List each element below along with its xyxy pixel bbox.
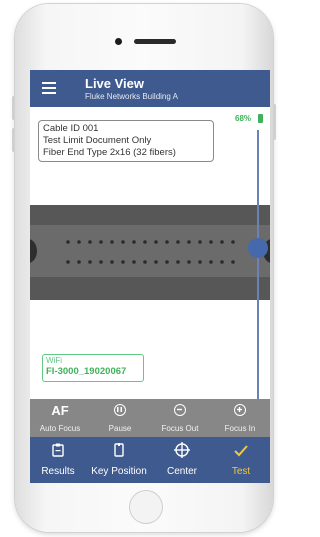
fiber-core-dot: [66, 240, 70, 244]
fiber-core-dot: [121, 260, 125, 264]
battery-percent: 68%: [235, 114, 252, 123]
nav-center[interactable]: Center: [152, 437, 212, 483]
auto-focus-label: Auto Focus: [39, 424, 81, 433]
earpiece-speaker: [134, 39, 176, 44]
wifi-status-box: WiFi FI-3000_19020067: [42, 354, 144, 382]
nav-test-label: Test: [231, 466, 251, 477]
auto-focus-icon: AF: [51, 403, 69, 418]
fiber-core-dot: [231, 240, 235, 244]
cable-id-text: Cable ID 001: [43, 123, 99, 134]
fiber-core-dot: [165, 240, 169, 244]
app-screen: Live View Fluke Networks Building A 68% …: [30, 70, 270, 483]
fiber-core-dot: [176, 240, 180, 244]
fiber-core-dot: [187, 240, 191, 244]
fiber-core-dot: [77, 260, 81, 264]
fiber-core-dot: [209, 240, 213, 244]
pause-button[interactable]: Pause: [90, 399, 150, 437]
fiber-core-dot: [88, 240, 92, 244]
focus-slider-thumb[interactable]: [248, 238, 268, 258]
front-camera: [115, 38, 122, 45]
fiber-core-dot: [99, 240, 103, 244]
fiber-core-dot: [165, 260, 169, 264]
fiber-core-dot: [88, 260, 92, 264]
nav-test[interactable]: Test: [212, 437, 270, 483]
fiber-core-dot: [143, 260, 147, 264]
nav-center-label: Center: [166, 466, 197, 477]
fiber-core-dot: [187, 260, 191, 264]
fiber-core-dot: [110, 260, 114, 264]
nav-key-position-label: Key Position: [91, 466, 147, 477]
fiber-core-dot: [154, 240, 158, 244]
fiber-core-dot: [198, 240, 202, 244]
pause-label: Pause: [108, 424, 132, 433]
checkmark-icon: [234, 445, 248, 457]
fiber-core-dot: [198, 260, 202, 264]
nav-key-position[interactable]: Key Position: [86, 437, 152, 483]
fiber-end-type-text: Fiber End Type 2x16 (32 fibers): [43, 147, 176, 158]
power-button: [273, 104, 276, 140]
fiber-core-dot: [110, 240, 114, 244]
crosshair-icon: [174, 442, 190, 458]
fiber-core-dot: [154, 260, 158, 264]
fiber-core-dot: [176, 260, 180, 264]
volume-up-button: [12, 96, 15, 120]
fiber-core-dot: [143, 240, 147, 244]
page-subtitle: Fluke Networks Building A: [85, 92, 178, 101]
fiber-core-dot: [220, 240, 224, 244]
fiber-core-dot: [132, 240, 136, 244]
clipboard-icon: [52, 443, 64, 457]
fiber-core-dot: [66, 260, 70, 264]
fiber-core-dot: [99, 260, 103, 264]
fiber-core-dot: [220, 260, 224, 264]
fiber-core-dot: [77, 240, 81, 244]
fiber-core-dot: [231, 260, 235, 264]
focus-in-button[interactable]: Focus In: [210, 399, 270, 437]
live-fiber-image: [30, 205, 270, 300]
focus-in-label: Focus In: [224, 424, 256, 433]
home-button[interactable]: [129, 490, 163, 524]
camera-controls-bar: AF Auto Focus Pause Focus Out Focus In: [30, 399, 270, 437]
bottom-nav-bar: Results Key Position Center Test: [30, 437, 270, 483]
focus-out-button[interactable]: Focus Out: [150, 399, 210, 437]
page-title: Live View: [85, 76, 145, 91]
battery-icon: [258, 114, 263, 123]
test-limit-text: Test Limit Document Only: [43, 135, 152, 146]
volume-down-button: [12, 128, 15, 152]
wifi-label: WiFi: [46, 356, 62, 365]
auto-focus-button[interactable]: AF Auto Focus: [30, 399, 90, 437]
plus-circle-icon: [234, 404, 246, 416]
fiber-connector-image: [30, 205, 270, 300]
wifi-network-name: FI-3000_19020067: [46, 366, 127, 377]
fiber-core-dot: [209, 260, 213, 264]
minus-circle-icon: [174, 404, 186, 416]
hamburger-menu-icon[interactable]: [42, 82, 56, 94]
fiber-core-dot: [132, 260, 136, 264]
cable-info-box: Cable ID 001 Test Limit Document Only Fi…: [38, 120, 214, 162]
nav-results[interactable]: Results: [30, 437, 86, 483]
pause-icon: [114, 404, 126, 416]
focus-out-label: Focus Out: [161, 424, 199, 433]
fiber-core-dot: [121, 240, 125, 244]
app-header: Live View Fluke Networks Building A: [30, 70, 270, 107]
key-connector-icon: [114, 443, 124, 457]
nav-results-label: Results: [41, 466, 75, 477]
